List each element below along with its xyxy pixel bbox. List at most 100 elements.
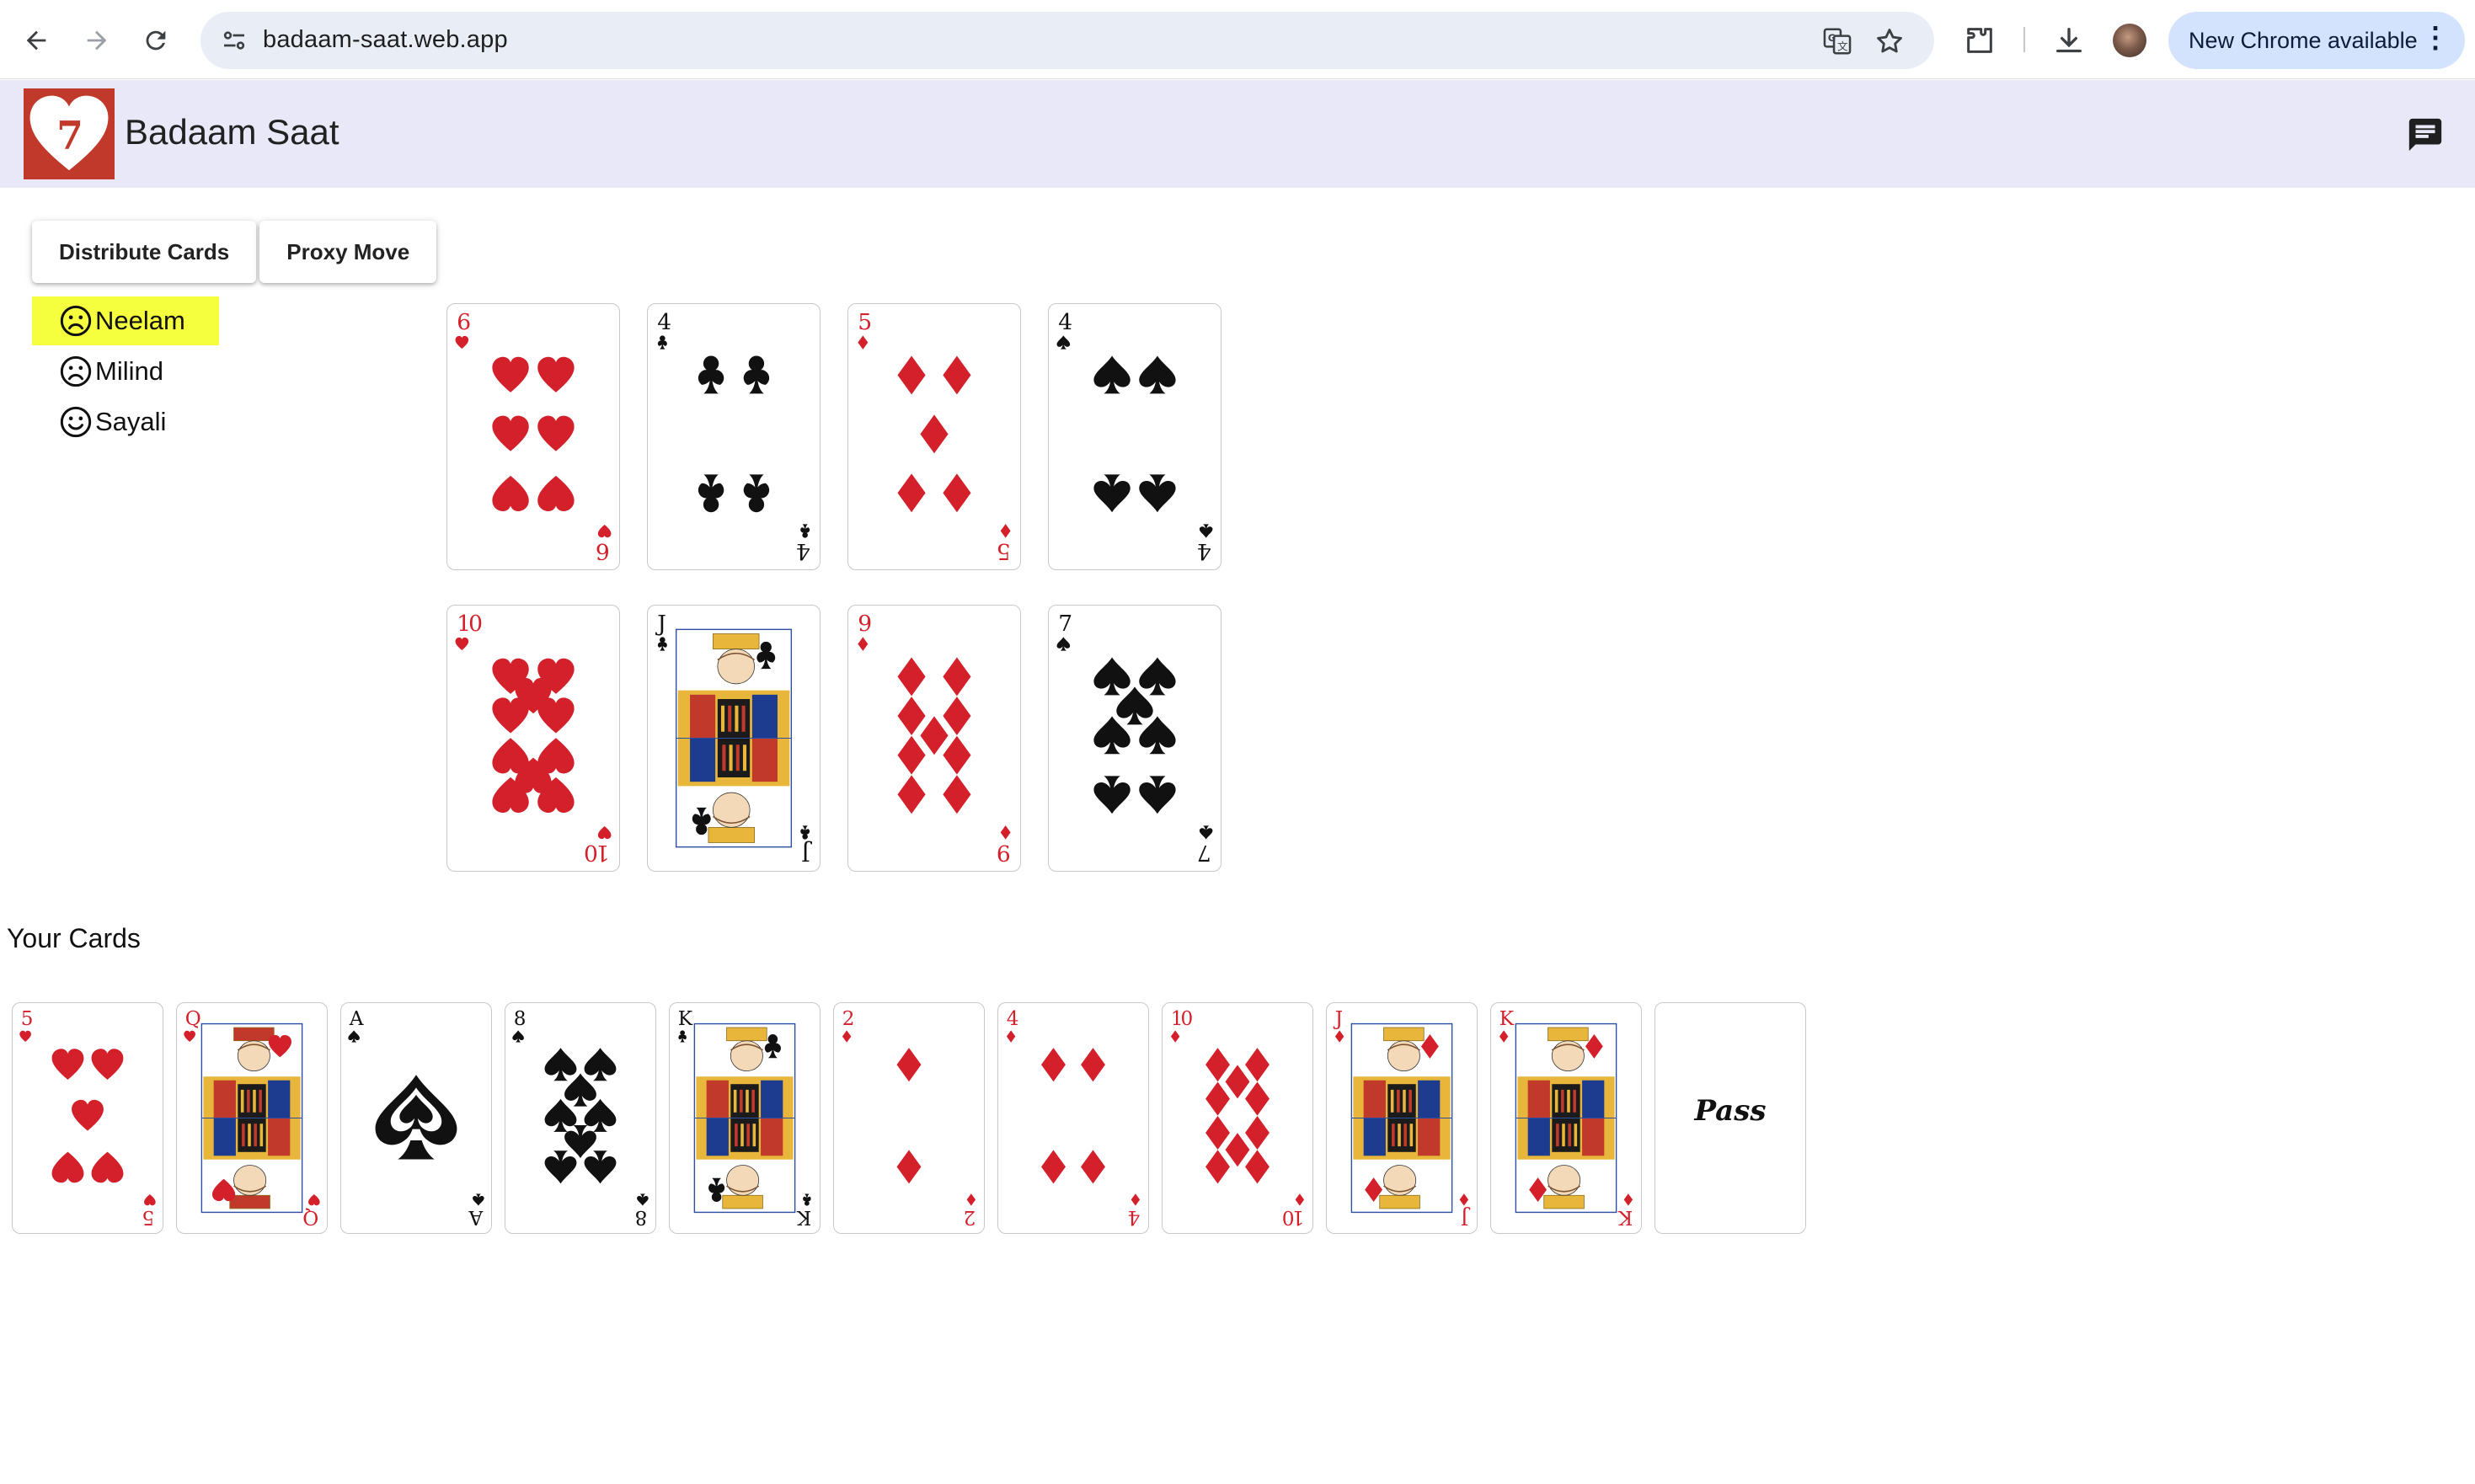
card-face: 66	[455, 309, 612, 564]
card-pip	[1245, 1081, 1270, 1116]
card-pip	[1225, 1133, 1250, 1167]
extensions-icon[interactable]	[1963, 24, 1997, 57]
card-corner-bottom: Q	[302, 1194, 320, 1228]
hand-card[interactable]: 44	[997, 1002, 1149, 1234]
card-pip	[920, 414, 949, 454]
card-corner-bottom: 7	[1197, 825, 1213, 866]
hand-card[interactable]: KK	[1490, 1002, 1642, 1234]
hand-card[interactable]: 22	[833, 1002, 985, 1234]
card-corner-top: 4	[657, 309, 671, 350]
card-corner-top: 2	[842, 1008, 855, 1043]
hand-card[interactable]: 88	[505, 1002, 656, 1234]
hand-card[interactable]: KK	[669, 1002, 821, 1234]
card-pip	[1093, 474, 1131, 513]
card-corner-top: J	[655, 611, 667, 651]
card-corner-top: 9	[858, 611, 872, 651]
card-pip	[943, 697, 971, 735]
svg-text:Q: Q	[185, 1008, 201, 1030]
table-card: 66	[446, 303, 620, 570]
svg-text:7: 7	[1197, 840, 1211, 866]
card-corner-top: Q	[184, 1008, 201, 1042]
card-pip	[544, 1048, 577, 1081]
distribute-cards-button[interactable]: Distribute Cards	[32, 221, 257, 283]
card-pip	[91, 1049, 124, 1080]
svg-text:4: 4	[1127, 1206, 1140, 1228]
card-corner-top: 5	[858, 309, 872, 350]
player-item-sayali[interactable]: Sayali	[32, 398, 219, 446]
svg-text:Q: Q	[302, 1206, 318, 1228]
hand-card[interactable]: AA	[340, 1002, 492, 1234]
player-name: Sayali	[95, 407, 167, 436]
card-corner-bottom: K	[796, 1193, 811, 1228]
player-name: Milind	[95, 356, 163, 386]
card-corner-top: J	[1334, 1008, 1344, 1043]
forward-arrow-icon[interactable]	[76, 19, 118, 61]
pass-button[interactable]: Pass	[1654, 1002, 1806, 1234]
svg-text:5: 5	[21, 1008, 34, 1030]
proxy-move-button[interactable]: Proxy Move	[259, 221, 437, 283]
card-pip	[1245, 1115, 1270, 1150]
url-text[interactable]: badaam-saat.web.app	[263, 26, 508, 54]
svg-text:9: 9	[997, 840, 1011, 866]
card-corner-bottom: 4	[1197, 524, 1213, 564]
profile-avatar[interactable]	[2113, 24, 2146, 57]
card-pip	[1093, 776, 1131, 814]
chat-icon[interactable]	[2406, 115, 2445, 154]
svg-text:5: 5	[142, 1206, 154, 1228]
svg-text:G: G	[1828, 33, 1836, 44]
card-corner-bottom: 5	[142, 1194, 156, 1228]
browser-toolbar: badaam-saat.web.app G文 New Chrome availa…	[0, 0, 2475, 79]
site-info-icon[interactable]	[219, 25, 249, 56]
svg-text:4: 4	[1197, 538, 1211, 564]
more-vert-icon[interactable]: ⋮	[2421, 24, 2450, 52]
court-figure	[1515, 1022, 1617, 1214]
hand-card[interactable]: 10 10	[1162, 1002, 1313, 1234]
card-pip	[1205, 1048, 1230, 1082]
back-arrow-icon[interactable]	[15, 19, 57, 61]
card-pip	[1081, 1048, 1105, 1082]
card-face: QQ	[184, 1008, 320, 1228]
card-pip	[537, 475, 575, 511]
card-pip	[492, 356, 529, 392]
happy-face-icon	[60, 406, 92, 438]
player-item-milind[interactable]: Milind	[32, 347, 219, 396]
hand-card[interactable]: QQ	[176, 1002, 328, 1234]
card-pip	[51, 1049, 84, 1080]
new-chrome-available-button[interactable]: New Chrome available ⋮	[2168, 12, 2465, 69]
card-pip	[943, 775, 971, 814]
card-pip	[1245, 1048, 1270, 1082]
card-pip	[743, 474, 770, 513]
card-corner-bottom: 6	[596, 524, 612, 564]
svg-text:8: 8	[514, 1008, 527, 1030]
player-item-neelam[interactable]: Neelam	[32, 296, 219, 345]
svg-text:5: 5	[858, 309, 872, 335]
card-face: KK	[678, 1008, 811, 1228]
player-name: Neelam	[95, 306, 185, 335]
card-pip	[1139, 716, 1176, 755]
card-pip	[896, 1048, 922, 1082]
svg-text:K: K	[678, 1008, 693, 1030]
card-pip	[897, 735, 926, 775]
reload-icon[interactable]	[135, 19, 177, 61]
card-pip	[1041, 1048, 1066, 1082]
update-label: New Chrome available	[2189, 28, 2418, 53]
hand-card[interactable]: JJ	[1326, 1002, 1478, 1234]
card-corner-top: K	[678, 1008, 693, 1043]
download-icon[interactable]	[2052, 24, 2086, 57]
card-corner-bottom: 2	[963, 1193, 976, 1228]
svg-text:10: 10	[1282, 1206, 1304, 1228]
svg-text:2: 2	[842, 1008, 855, 1030]
address-bar[interactable]: badaam-saat.web.app G文	[200, 12, 1934, 69]
svg-text:J: J	[1334, 1008, 1343, 1030]
card-pip	[1205, 1115, 1230, 1150]
translate-icon[interactable]: G文	[1821, 25, 1853, 57]
bookmark-star-icon[interactable]	[1874, 25, 1906, 57]
hand-card[interactable]: 55	[12, 1002, 163, 1234]
svg-text:5: 5	[997, 538, 1011, 564]
card-corner-top: 5	[19, 1008, 34, 1042]
card-corner-top: 4	[1056, 309, 1072, 350]
card-pip	[1245, 1150, 1270, 1184]
card-pip	[1093, 355, 1131, 394]
svg-text:K: K	[1617, 1206, 1633, 1228]
card-pip	[897, 697, 926, 735]
